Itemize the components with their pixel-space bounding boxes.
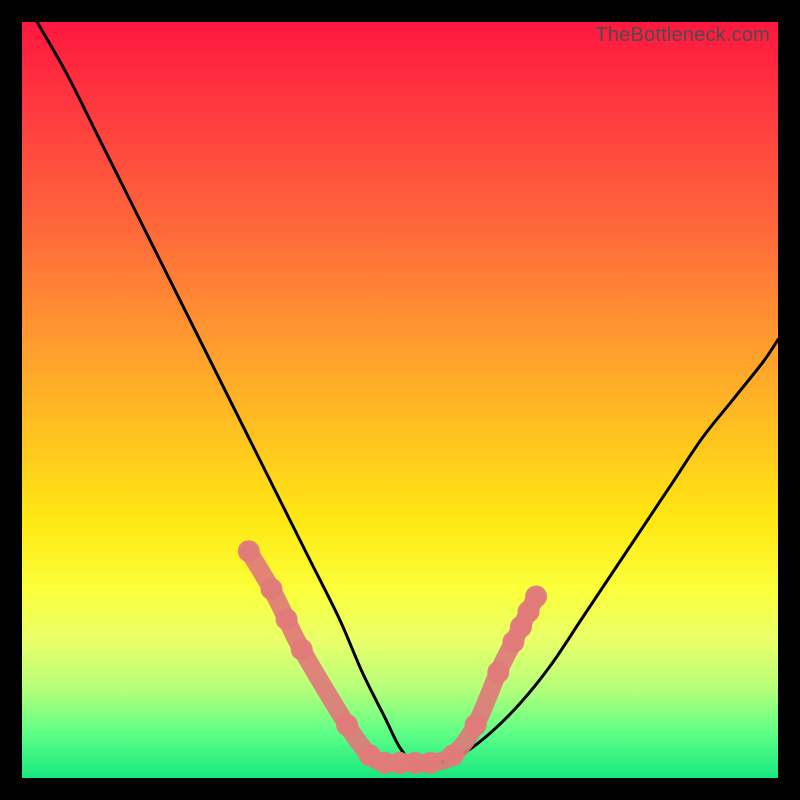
highlighted-point <box>442 744 464 766</box>
highlighted-point <box>260 578 282 600</box>
highlighted-point <box>336 714 358 736</box>
bottleneck-curve-path <box>37 22 778 764</box>
highlighted-point <box>238 540 260 562</box>
chart-frame: TheBottleneck.com <box>0 0 800 800</box>
highlighted-point <box>419 752 441 774</box>
bottleneck-curve <box>37 22 778 764</box>
highlighted-point <box>465 714 487 736</box>
highlighted-point <box>525 586 547 608</box>
highlighted-point <box>487 661 509 683</box>
chart-overlay <box>22 22 778 778</box>
highlighted-points <box>238 540 547 774</box>
highlighted-point <box>276 608 298 630</box>
highlighted-point <box>291 638 313 660</box>
plot-area: TheBottleneck.com <box>22 22 778 778</box>
